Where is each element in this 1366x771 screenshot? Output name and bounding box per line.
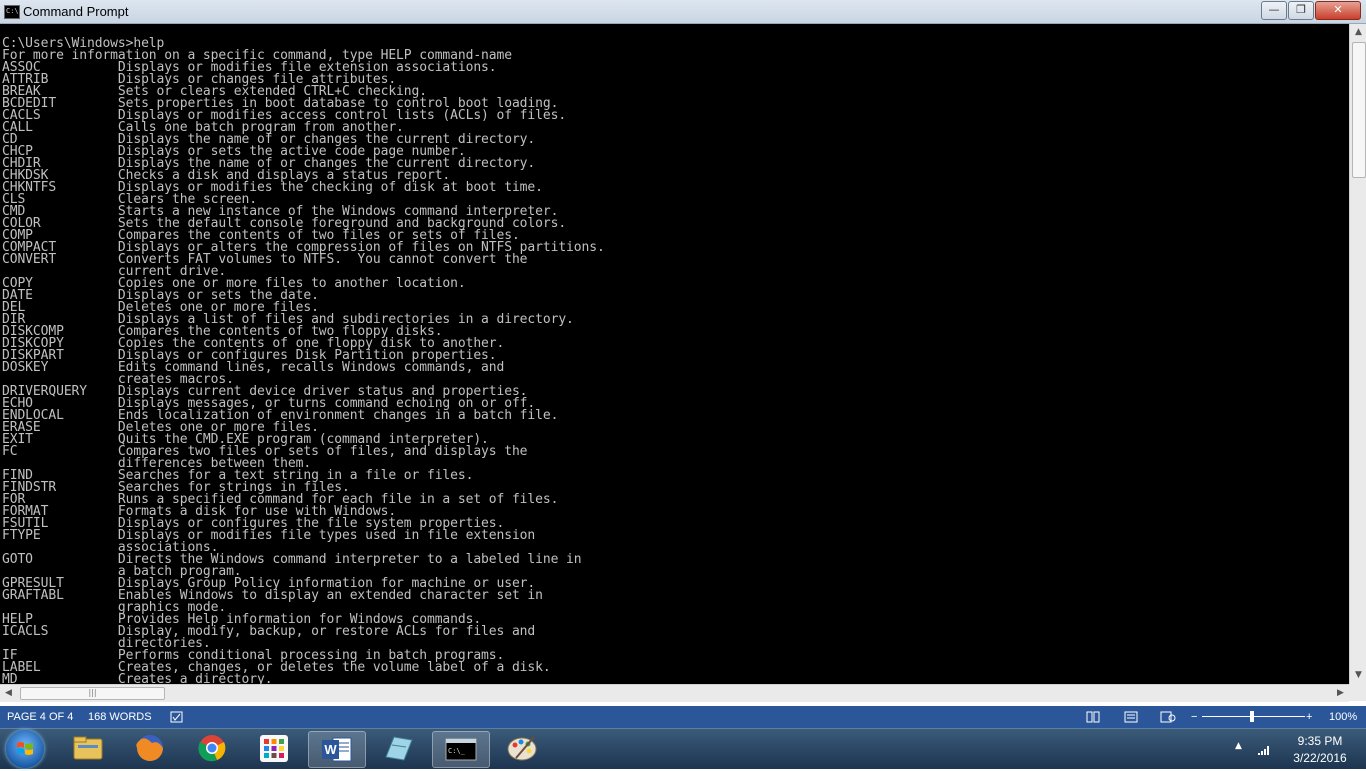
zoom-level[interactable]: 100% <box>1329 711 1357 723</box>
word-status-bar: PAGE 4 OF 4 168 WORDS − + 100% <box>0 706 1366 728</box>
vertical-scroll-thumb[interactable] <box>1352 42 1366 178</box>
page-count[interactable]: PAGE 4 OF 4 <box>7 711 73 723</box>
horizontal-scrollbar[interactable]: ◀ ||| ▶ <box>0 684 1349 702</box>
scroll-left-icon[interactable]: ◀ <box>0 685 17 702</box>
svg-text:W: W <box>324 742 337 757</box>
zoom-in-button[interactable]: + <box>1306 711 1312 723</box>
horizontal-scroll-thumb[interactable]: ||| <box>20 687 165 700</box>
svg-text:C:\_: C:\_ <box>448 747 466 755</box>
title-bar[interactable]: C:\ Command Prompt — ❐ ✕ <box>0 0 1366 24</box>
network-signal-icon[interactable] <box>1257 741 1271 760</box>
window-title: Command Prompt <box>23 4 129 19</box>
vertical-scrollbar[interactable]: ▲ ▼ <box>1349 24 1366 684</box>
close-button[interactable]: ✕ <box>1315 1 1361 20</box>
console-line: MD Creates a directory. <box>2 672 273 684</box>
start-button[interactable] <box>6 730 44 768</box>
zoom-slider-knob[interactable] <box>1250 711 1254 722</box>
paint-icon[interactable] <box>494 731 550 766</box>
command-prompt-taskbar-icon[interactable]: C:\_ <box>432 731 490 768</box>
clock-date: 3/22/2016 <box>1293 751 1347 765</box>
maximize-button[interactable]: ❐ <box>1288 1 1314 20</box>
system-clock[interactable]: 9:35 PM 3/22/2016 <box>1276 733 1364 767</box>
print-layout-icon[interactable] <box>1124 711 1138 726</box>
proofing-icon[interactable] <box>170 711 184 726</box>
clock-time: 9:35 PM <box>1297 734 1343 748</box>
scroll-up-icon[interactable]: ▲ <box>1350 24 1366 41</box>
app-grid-icon[interactable] <box>246 731 302 766</box>
windows-logo-icon <box>17 742 33 755</box>
console-output[interactable]: C:\Users\Windows>help For more informati… <box>0 24 1349 684</box>
scroll-right-icon[interactable]: ▶ <box>1332 685 1349 702</box>
minimize-button[interactable]: — <box>1261 1 1287 20</box>
console-text: C:\Users\Windows>help For more informati… <box>0 24 1349 684</box>
word-icon[interactable]: W <box>308 731 366 768</box>
read-mode-icon[interactable] <box>1086 711 1100 726</box>
notepad-icon[interactable] <box>370 731 426 766</box>
show-hidden-icons-icon[interactable]: ▲ <box>1235 741 1242 751</box>
zoom-out-button[interactable]: − <box>1191 711 1197 723</box>
word-count[interactable]: 168 WORDS <box>88 711 152 723</box>
command-prompt-icon: C:\ <box>4 5 20 19</box>
chrome-icon[interactable] <box>184 731 240 766</box>
web-layout-icon[interactable] <box>1160 711 1176 726</box>
scroll-down-icon[interactable]: ▼ <box>1350 667 1366 684</box>
scrollbar-corner <box>1349 684 1366 701</box>
file-explorer-icon[interactable] <box>60 731 116 766</box>
taskbar: W C:\_ ▲ 9:35 PM 3/22/2016 <box>0 728 1366 769</box>
firefox-icon[interactable] <box>122 731 178 766</box>
